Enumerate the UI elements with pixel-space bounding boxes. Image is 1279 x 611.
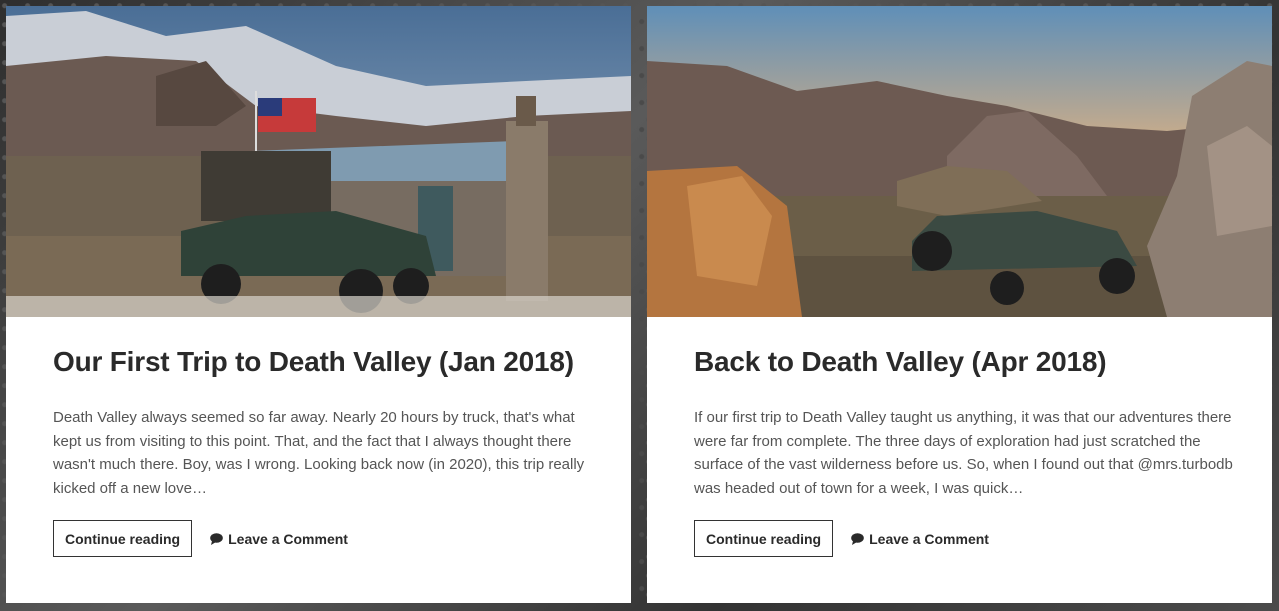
leave-comment-label: Leave a Comment — [869, 530, 989, 547]
continue-reading-button[interactable]: Continue reading — [53, 520, 193, 557]
continue-reading-button[interactable]: Continue reading — [694, 520, 834, 557]
post-card-2: Back to Death Valley (Apr 2018) If our f… — [647, 6, 1272, 603]
post-1-featured-image[interactable] — [6, 6, 631, 317]
speech-bubble-icon — [210, 532, 223, 545]
post-2-featured-image[interactable] — [647, 6, 1272, 317]
leave-comment-link[interactable]: Leave a Comment — [210, 531, 348, 547]
post-title[interactable]: Our First Trip to Death Valley (Jan 2018… — [53, 346, 574, 378]
post-card-1: Our First Trip to Death Valley (Jan 2018… — [6, 6, 631, 603]
leave-comment-link[interactable]: Leave a Comment — [851, 531, 989, 547]
post-actions: Continue reading Leave a Comment — [53, 520, 348, 557]
post-title[interactable]: Back to Death Valley (Apr 2018) — [694, 346, 1107, 378]
post-excerpt: Death Valley always seemed so far away. … — [53, 409, 585, 497]
leave-comment-label: Leave a Comment — [228, 530, 348, 547]
post-excerpt: If our first trip to Death Valley taught… — [694, 409, 1233, 497]
post-actions: Continue reading Leave a Comment — [694, 520, 989, 557]
speech-bubble-icon — [851, 532, 864, 545]
